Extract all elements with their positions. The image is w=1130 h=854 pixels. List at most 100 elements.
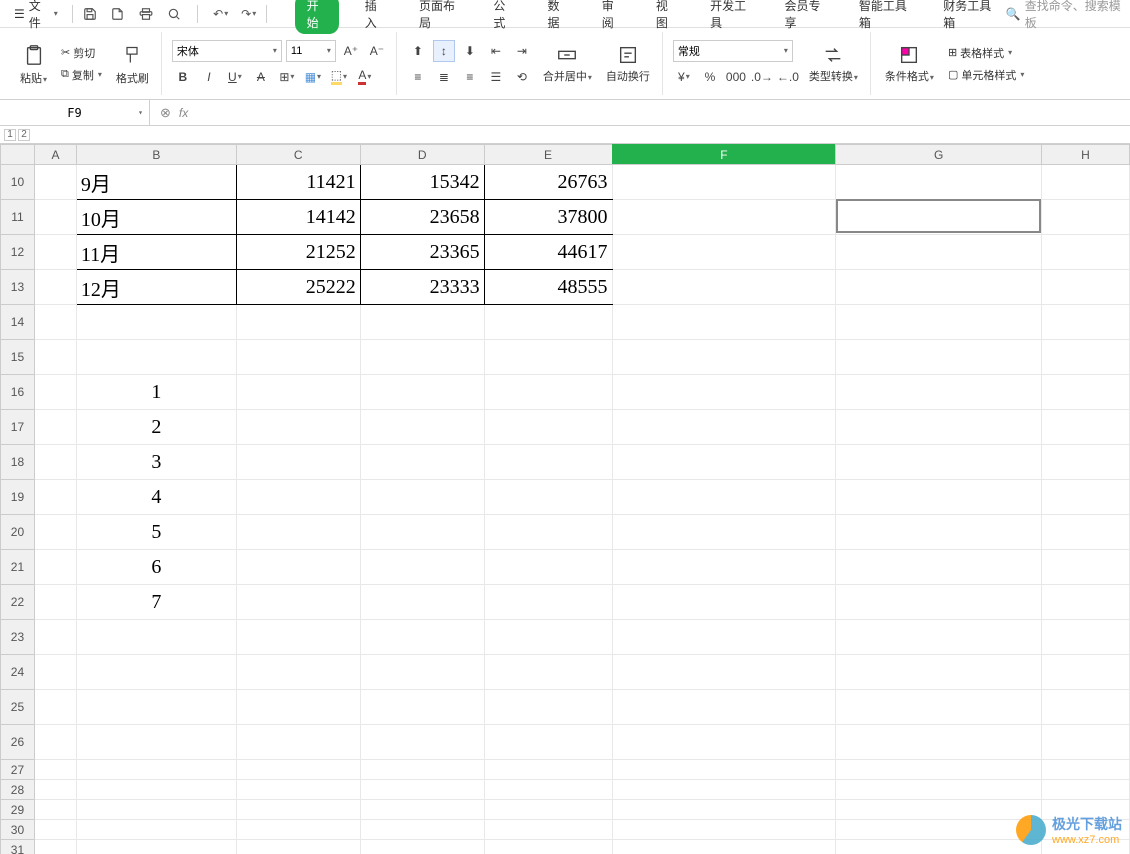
fill-pattern-button[interactable]: ▦▾ [302, 66, 324, 88]
row-header-27[interactable]: 27 [1, 760, 35, 780]
cell-G19[interactable] [836, 480, 1042, 515]
cell-G11[interactable] [836, 200, 1042, 235]
cell-H12[interactable] [1042, 235, 1130, 270]
cell-E21[interactable] [484, 550, 612, 585]
cell-B21[interactable]: 6 [76, 550, 236, 585]
cell-B25[interactable] [76, 690, 236, 725]
cell-G31[interactable] [836, 840, 1042, 854]
cell-E10[interactable]: 26763 [484, 165, 612, 200]
cell-E19[interactable] [484, 480, 612, 515]
orientation-icon[interactable]: ⟲ [511, 66, 533, 88]
column-header-D[interactable]: D [360, 145, 484, 165]
cell-C19[interactable] [236, 480, 360, 515]
column-header-G[interactable]: G [836, 145, 1042, 165]
cell-B11[interactable]: 10月 [76, 200, 236, 235]
row-header-13[interactable]: 13 [1, 270, 35, 305]
border-button[interactable]: ⊞▾ [276, 66, 298, 88]
justify-icon[interactable]: ☰ [485, 66, 507, 88]
tab-审阅[interactable]: 审阅 [594, 0, 630, 34]
cell-H14[interactable] [1042, 305, 1130, 340]
cell-H19[interactable] [1042, 480, 1130, 515]
cell-G24[interactable] [836, 655, 1042, 690]
cell-E29[interactable] [484, 800, 612, 820]
cell-C17[interactable] [236, 410, 360, 445]
row-header-19[interactable]: 19 [1, 480, 35, 515]
cell-H15[interactable] [1042, 340, 1130, 375]
cell-G29[interactable] [836, 800, 1042, 820]
cell-A26[interactable] [34, 725, 76, 760]
cell-C14[interactable] [236, 305, 360, 340]
select-all-corner[interactable] [1, 145, 35, 165]
increase-font-icon[interactable]: A⁺ [340, 40, 362, 62]
cell-A22[interactable] [34, 585, 76, 620]
cut-button[interactable]: ✂剪切 [57, 44, 106, 62]
cell-B24[interactable] [76, 655, 236, 690]
cell-G21[interactable] [836, 550, 1042, 585]
cell-D19[interactable] [360, 480, 484, 515]
cell-F11[interactable] [612, 200, 836, 235]
cell-F30[interactable] [612, 820, 836, 840]
row-header-12[interactable]: 12 [1, 235, 35, 270]
cell-B30[interactable] [76, 820, 236, 840]
cell-F15[interactable] [612, 340, 836, 375]
cell-B23[interactable] [76, 620, 236, 655]
cell-E23[interactable] [484, 620, 612, 655]
cell-D11[interactable]: 23658 [360, 200, 484, 235]
cell-D17[interactable] [360, 410, 484, 445]
cell-B31[interactable] [76, 840, 236, 854]
cell-D23[interactable] [360, 620, 484, 655]
cell-E17[interactable] [484, 410, 612, 445]
cell-F24[interactable] [612, 655, 836, 690]
outline-levels[interactable]: 1 2 [0, 126, 1130, 144]
align-top-icon[interactable]: ⬆ [407, 40, 429, 62]
row-header-21[interactable]: 21 [1, 550, 35, 585]
cell-C21[interactable] [236, 550, 360, 585]
cell-D16[interactable] [360, 375, 484, 410]
merge-center-button[interactable]: 合并居中▾ [539, 42, 596, 86]
cell-C29[interactable] [236, 800, 360, 820]
cell-F16[interactable] [612, 375, 836, 410]
cell-F12[interactable] [612, 235, 836, 270]
row-header-28[interactable]: 28 [1, 780, 35, 800]
cell-F25[interactable] [612, 690, 836, 725]
align-center-icon[interactable]: ≣ [433, 66, 455, 88]
column-header-C[interactable]: C [236, 145, 360, 165]
row-header-25[interactable]: 25 [1, 690, 35, 725]
cell-A15[interactable] [34, 340, 76, 375]
cell-C18[interactable] [236, 445, 360, 480]
increase-decimal-icon[interactable]: .0→ [751, 66, 773, 88]
cell-H23[interactable] [1042, 620, 1130, 655]
tab-开发工具[interactable]: 开发工具 [702, 0, 758, 34]
copy-button[interactable]: ⧉复制▾ [57, 66, 106, 84]
cell-C24[interactable] [236, 655, 360, 690]
row-header-30[interactable]: 30 [1, 820, 35, 840]
cell-A19[interactable] [34, 480, 76, 515]
cell-D29[interactable] [360, 800, 484, 820]
cell-D12[interactable]: 23365 [360, 235, 484, 270]
cell-C27[interactable] [236, 760, 360, 780]
align-right-icon[interactable]: ≡ [459, 66, 481, 88]
cell-B16[interactable]: 1 [76, 375, 236, 410]
cell-G15[interactable] [836, 340, 1042, 375]
cell-E26[interactable] [484, 725, 612, 760]
format-painter-button[interactable]: 格式刷 [112, 40, 153, 88]
cell-D28[interactable] [360, 780, 484, 800]
cell-D30[interactable] [360, 820, 484, 840]
cell-D15[interactable] [360, 340, 484, 375]
cell-D21[interactable] [360, 550, 484, 585]
cell-A31[interactable] [34, 840, 76, 854]
cell-A30[interactable] [34, 820, 76, 840]
cell-H11[interactable] [1042, 200, 1130, 235]
cell-D22[interactable] [360, 585, 484, 620]
cell-G18[interactable] [836, 445, 1042, 480]
currency-icon[interactable]: ¥▾ [673, 66, 695, 88]
cell-A24[interactable] [34, 655, 76, 690]
cell-C13[interactable]: 25222 [236, 270, 360, 305]
type-convert-button[interactable]: 类型转换▾ [805, 42, 862, 86]
outline-level-2[interactable]: 2 [18, 129, 30, 141]
cell-F21[interactable] [612, 550, 836, 585]
cell-F27[interactable] [612, 760, 836, 780]
cell-G30[interactable] [836, 820, 1042, 840]
cell-A16[interactable] [34, 375, 76, 410]
decrease-decimal-icon[interactable]: ←.0 [777, 66, 799, 88]
